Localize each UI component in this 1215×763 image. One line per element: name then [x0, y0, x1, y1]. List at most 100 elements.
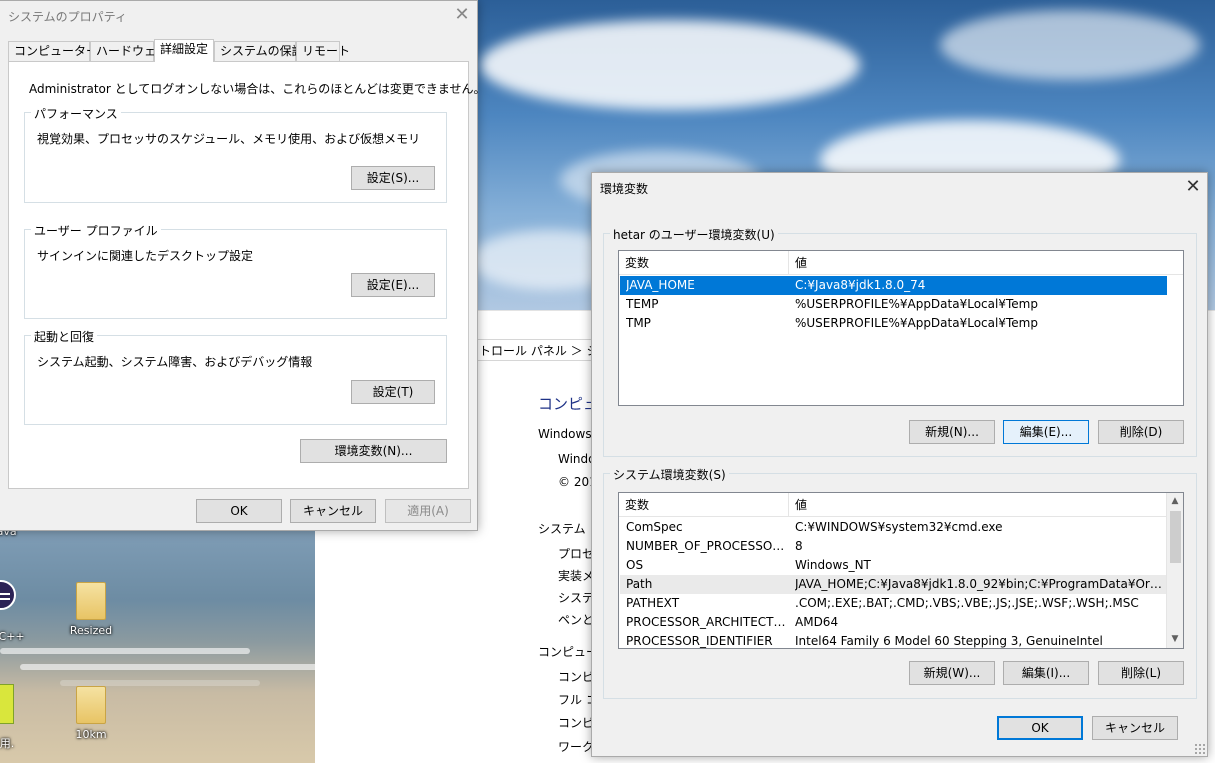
dialog-title: システムのプロパティ [8, 10, 127, 24]
desktop-icon-10km[interactable]: 10km [56, 686, 126, 741]
startup-recovery-group: 起動と回復 システム起動、システム障害、およびデバッグ情報 設定(T) [24, 328, 447, 425]
user-delete-button[interactable]: 削除(D) [1098, 420, 1184, 444]
variable-name: ComSpec [626, 520, 683, 534]
variable-value: %USERPROFILE%¥AppData¥Local¥Temp [795, 297, 1038, 311]
variable-value: Windows_NT [795, 558, 871, 572]
cp-line: 実装メ [558, 569, 595, 583]
system-variables-list[interactable]: 変数 値 ComSpec C:¥WINDOWS¥system32¥cmd.exe… [618, 492, 1184, 649]
list-row[interactable]: JAVA_HOME C:¥Java8¥jdk1.8.0_74 [620, 276, 1167, 295]
variable-name: PROCESSOR_IDENTIFIER [626, 634, 773, 648]
desktop-icon-label: Resized [69, 624, 113, 637]
cp-line: コンピ [558, 670, 595, 684]
environment-variables-button[interactable]: 環境変数(N)... [300, 439, 447, 463]
resize-grip-icon[interactable] [1194, 743, 1205, 754]
tab-remote[interactable]: リモート [296, 41, 350, 61]
group-label: パフォーマンス [31, 105, 121, 122]
variable-value: C:¥Java8¥jdk1.8.0_74 [795, 278, 926, 292]
user-new-button[interactable]: 新規(N)... [909, 420, 995, 444]
dialog-title: 環境変数 [600, 182, 649, 196]
cp-line: Windo [558, 452, 596, 466]
tab-system-protection[interactable]: システムの保護 [214, 41, 304, 61]
apply-button[interactable]: 適用(A) [385, 499, 471, 523]
column-header-name[interactable]: 変数 [619, 493, 789, 517]
variable-value: C:¥WINDOWS¥system32¥cmd.exe [795, 520, 1003, 534]
group-description: 視覚効果、プロセッサのスケジュール、メモリ使用、および仮想メモリ [37, 132, 421, 146]
cp-line: システ [558, 591, 595, 605]
list-row[interactable]: Path JAVA_HOME;C:¥Java8¥jdk1.8.0_92¥bin;… [620, 575, 1167, 594]
scroll-down-icon[interactable]: ▼ [1167, 631, 1183, 648]
beach-wallpaper [0, 530, 320, 763]
performance-settings-button[interactable]: 設定(S)... [351, 166, 435, 190]
list-row[interactable]: TEMP %USERPROFILE%¥AppData¥Local¥Temp [620, 295, 1167, 314]
performance-group: パフォーマンス 視覚効果、プロセッサのスケジュール、メモリ使用、および仮想メモリ… [24, 105, 447, 203]
list-row[interactable]: TMP %USERPROFILE%¥AppData¥Local¥Temp [620, 314, 1167, 333]
tab-computer-name[interactable]: コンピューター名 [8, 41, 110, 61]
group-label: ユーザー プロファイル [31, 222, 161, 239]
variable-value: 8 [795, 539, 803, 553]
variable-value: JAVA_HOME;C:¥Java8¥jdk1.8.0_92¥bin;C:¥Pr… [795, 577, 1165, 591]
group-description: サインインに関連したデスクトップ設定 [37, 249, 254, 263]
user-edit-button[interactable]: 編集(E)... [1003, 420, 1089, 444]
variable-value: .COM;.EXE;.BAT;.CMD;.VBS;.VBE;.JS;.JSE;.… [795, 596, 1139, 610]
desktop-icon-label: 10km [75, 728, 107, 741]
list-header: 変数 値 [619, 493, 1183, 517]
scrollbar-thumb[interactable] [1170, 511, 1181, 563]
column-header-value[interactable]: 値 [789, 493, 1167, 517]
group-label: システム環境変数(S) [610, 466, 729, 483]
variable-value: AMD64 [795, 615, 839, 629]
desktop-icon-label: C_C++ [0, 630, 25, 643]
list-row[interactable]: NUMBER_OF_PROCESSORS 8 [620, 537, 1167, 556]
desktop-icon-cpp[interactable]: C_C++ [0, 630, 40, 643]
ok-button[interactable]: OK [997, 716, 1083, 740]
desktop-icon-resized[interactable]: Resized [56, 582, 126, 637]
variable-name: TMP [626, 316, 651, 330]
cancel-button[interactable]: キャンセル [1092, 716, 1178, 740]
list-header: 変数 値 [619, 251, 1183, 275]
variable-value: Intel64 Family 6 Model 60 Stepping 3, Ge… [795, 634, 1103, 648]
advanced-tab-panel: Administrator としてログオンしない場合は、これらのほとんどは変更で… [8, 61, 486, 489]
cp-line: コンピ [558, 716, 595, 730]
column-header-name[interactable]: 変数 [619, 251, 789, 275]
scroll-up-icon[interactable]: ▲ [1167, 493, 1183, 510]
variable-name: PROCESSOR_ARCHITECTURE [626, 615, 786, 629]
vertical-scrollbar[interactable]: ▲ ▼ [1166, 493, 1183, 648]
system-edit-button[interactable]: 編集(I)... [1003, 661, 1089, 685]
list-row[interactable]: PROCESSOR_ARCHITECTURE AMD64 [620, 613, 1167, 632]
list-row[interactable]: OS Windows_NT [620, 556, 1167, 575]
user-variables-list[interactable]: 変数 値 JAVA_HOME C:¥Java8¥jdk1.8.0_74 TEMP… [618, 250, 1184, 406]
group-label: 起動と回復 [31, 328, 98, 345]
close-icon[interactable]: ✕ [1178, 175, 1208, 199]
list-row[interactable]: PROCESSOR_IDENTIFIER Intel64 Family 6 Mo… [620, 632, 1167, 648]
variable-value: %USERPROFILE%¥AppData¥Local¥Temp [795, 316, 1038, 330]
folder-icon [76, 686, 106, 724]
user-profile-settings-button[interactable]: 設定(E)... [351, 273, 435, 297]
list-row[interactable]: PATHEXT .COM;.EXE;.BAT;.CMD;.VBS;.VBE;.J… [620, 594, 1167, 613]
variable-name: TEMP [626, 297, 659, 311]
cp-line: システム [538, 522, 586, 536]
user-profile-group: ユーザー プロファイル サインインに関連したデスクトップ設定 設定(E)... [24, 222, 447, 319]
admin-note: Administrator としてログオンしない場合は、これらのほとんどは変更で… [29, 82, 486, 96]
cp-line: Windows [538, 427, 592, 441]
variable-name: PATHEXT [626, 596, 680, 610]
tab-advanced[interactable]: 詳細設定 [154, 39, 214, 62]
column-header-value[interactable]: 値 [789, 251, 1183, 275]
system-variables-group: システム環境変数(S) 変数 値 ComSpec C:¥WINDOWS¥syst… [603, 466, 1197, 699]
group-description: システム起動、システム障害、およびデバッグ情報 [37, 355, 313, 369]
variable-name: Path [626, 577, 653, 591]
list-row[interactable]: ComSpec C:¥WINDOWS¥system32¥cmd.exe [620, 518, 1167, 537]
app-icon[interactable] [0, 684, 14, 724]
variable-name: NUMBER_OF_PROCESSORS [626, 539, 786, 553]
cancel-button[interactable]: キャンセル [290, 499, 376, 523]
folder-icon [76, 582, 106, 620]
tab-hardware[interactable]: ハードウェア [90, 41, 168, 61]
system-new-button[interactable]: 新規(W)... [909, 661, 995, 685]
group-label: hetar のユーザー環境変数(U) [610, 226, 778, 243]
desktop-icon-app[interactable]: 用. [0, 735, 42, 751]
startup-settings-button[interactable]: 設定(T) [351, 380, 435, 404]
system-delete-button[interactable]: 削除(L) [1098, 661, 1184, 685]
variable-name: JAVA_HOME [626, 278, 695, 292]
system-properties-dialog: システムのプロパティ ✕ コンピューター名 ハードウェア 詳細設定 システムの保… [0, 0, 486, 531]
close-icon[interactable]: ✕ [447, 3, 477, 27]
desktop-icon-label: 用. [0, 737, 15, 750]
ok-button[interactable]: OK [196, 499, 282, 523]
